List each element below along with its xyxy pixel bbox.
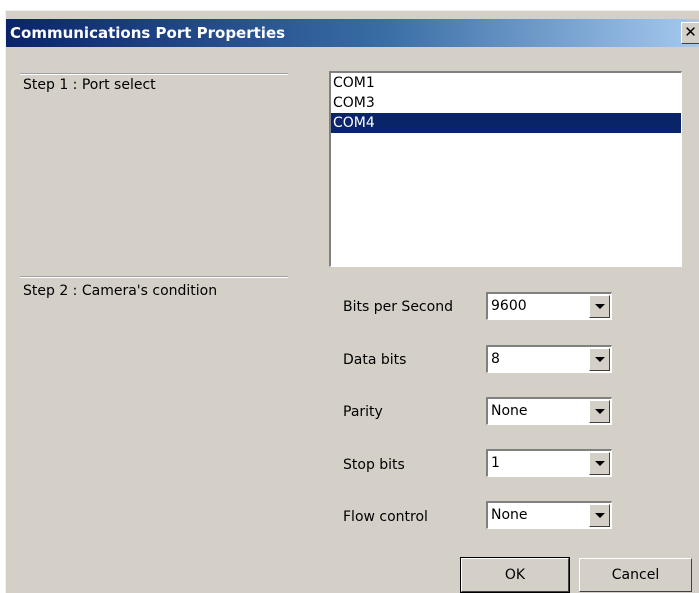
stop-bits-value: 1 — [491, 455, 500, 471]
data-bits-value: 8 — [491, 351, 500, 367]
parity-value: None — [491, 403, 528, 419]
close-icon[interactable]: ✕ — [681, 22, 699, 44]
stop-bits-select[interactable]: 1 — [486, 449, 612, 477]
step2-label: Step 2 : Camera's condition — [23, 283, 218, 299]
bits-per-second-select[interactable]: 9600 — [486, 292, 612, 320]
step2-separator — [20, 276, 288, 278]
title-bar[interactable]: Communications Port Properties ✕ — [6, 19, 699, 47]
flow-control-value: None — [491, 507, 528, 523]
flow-control-label: Flow control — [343, 509, 428, 525]
port-properties-dialog: Communications Port Properties ✕ Step 1 … — [5, 10, 699, 593]
parity-label: Parity — [343, 404, 383, 420]
flow-control-select[interactable]: None — [486, 501, 612, 529]
parity-select[interactable]: None — [486, 397, 612, 425]
chevron-down-icon[interactable] — [589, 348, 610, 371]
bits-per-second-label: Bits per Second — [343, 299, 453, 315]
step1-label: Step 1 : Port select — [23, 77, 156, 93]
stop-bits-label: Stop bits — [343, 457, 405, 473]
dialog-title: Communications Port Properties — [10, 24, 286, 42]
port-listbox[interactable]: COM1 COM3 COM4 — [329, 71, 682, 267]
chevron-down-icon[interactable] — [589, 504, 610, 527]
data-bits-label: Data bits — [343, 352, 407, 368]
chevron-down-icon[interactable] — [589, 295, 610, 318]
data-bits-select[interactable]: 8 — [486, 345, 612, 373]
chevron-down-icon[interactable] — [589, 400, 610, 423]
port-item-com1[interactable]: COM1 — [331, 73, 681, 93]
port-item-com4[interactable]: COM4 — [331, 113, 681, 133]
chevron-down-icon[interactable] — [589, 452, 610, 475]
cancel-button[interactable]: Cancel — [579, 558, 692, 592]
ok-button[interactable]: OK — [460, 557, 570, 593]
port-item-com3[interactable]: COM3 — [331, 93, 681, 113]
bits-per-second-value: 9600 — [491, 298, 527, 314]
step1-separator — [20, 73, 288, 75]
